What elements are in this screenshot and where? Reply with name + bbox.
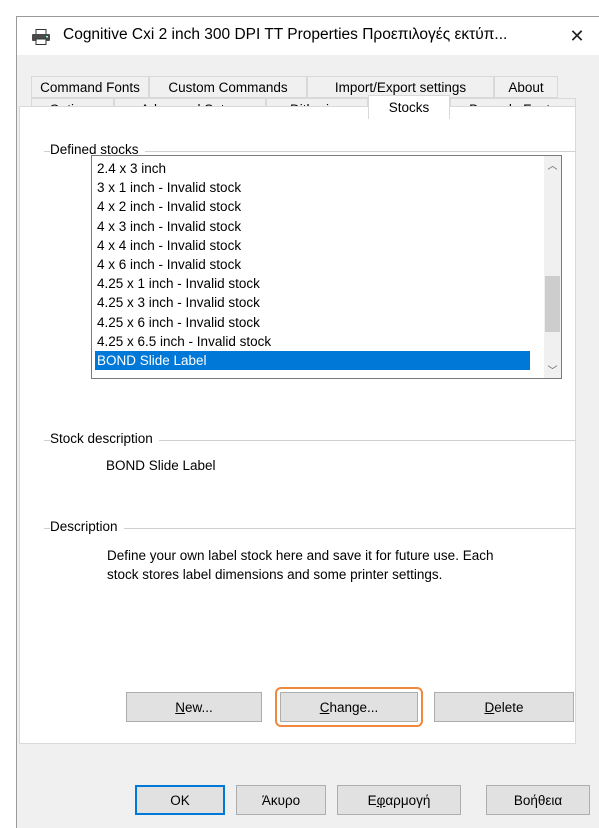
btn-mnemonic: φ [376,792,386,808]
btn-text: hange... [329,699,379,715]
btn-text: Βοήθεια [513,792,563,808]
btn-text: Άκυρο [261,792,301,808]
close-icon[interactable]: ✕ [569,26,584,47]
scroll-down-arrow[interactable]: ﹀ [544,361,561,378]
stock-list-item[interactable]: 4 x 6 inch - Invalid stock [95,255,530,274]
scroll-up-arrow[interactable]: ︿ [544,156,561,173]
printer-icon [32,29,50,45]
ok-button[interactable]: OK [135,785,225,815]
stock-description-label: Stock description [50,431,159,446]
stock-list-item[interactable]: 3 x 1 inch - Invalid stock [95,178,530,197]
btn-text: Ε [367,792,377,808]
tab-label: Import/Export settings [334,79,467,95]
stock-list-item[interactable]: 4.25 x 1 inch - Invalid stock [95,274,530,293]
description-text-line1: Define your own label stock here and sav… [107,548,494,563]
stock-list-item[interactable]: 4.25 x 6 inch - Invalid stock [95,313,530,332]
tab-about[interactable]: About [494,76,558,98]
stock-list-item[interactable]: 4.25 x 6.5 inch - Invalid stock [95,332,530,351]
defined-stocks-listbox[interactable]: 2.4 x 3 inch 3 x 1 inch - Invalid stock 4 … [91,155,562,379]
close-button[interactable]: ✕ [555,21,599,51]
tab-label: About [508,79,544,95]
stock-list-item[interactable]: 4 x 2 inch - Invalid stock [95,197,530,216]
btn-mnemonic: C [319,699,330,715]
new-stock-button[interactable]: New... [126,692,262,722]
title-bar: Cognitive Cxi 2 inch 300 DPI TT Properti… [17,17,599,55]
chevron-down-icon: ﹀ [547,366,558,377]
stock-list-item[interactable]: 4.25 x 3 inch - Invalid stock [95,293,530,312]
tab-stocks[interactable]: Stocks [368,95,450,119]
help-button[interactable]: Βοήθεια [486,785,590,815]
cancel-button[interactable]: Άκυρο [236,785,326,815]
window-title: Cognitive Cxi 2 inch 300 DPI TT Properti… [63,26,508,43]
tab-label: Stocks [388,100,430,115]
apply-button[interactable]: Εφ αρμογή [337,785,461,815]
tab-command-fonts[interactable]: Command Fonts [31,76,149,98]
group-divider [44,528,576,529]
btn-text: OK [170,792,190,808]
stock-list-item[interactable]: 4 x 4 inch - Invalid stock [95,236,530,255]
btn-text: elete [494,699,524,715]
stock-list-item[interactable]: 4 x 3 inch - Invalid stock [95,217,530,236]
stock-description-value: BOND Slide Label [106,458,216,473]
tab-label: Custom Commands [168,79,288,95]
chevron-up-icon: ︿ [547,161,558,172]
scroll-thumb[interactable] [545,276,560,332]
stock-list-item[interactable]: 2.4 x 3 inch [95,159,530,178]
description-label: Description [50,519,124,534]
btn-mnemonic: D [484,699,495,715]
tab-label: Command Fonts [40,79,140,95]
listbox-scrollbar[interactable]: ︿ ﹀ [544,156,561,378]
btn-text: αρμογή [385,792,431,808]
change-stock-button[interactable]: Change... [275,687,423,727]
delete-stock-button[interactable]: Delete [434,692,574,722]
btn-text: ew... [184,699,213,715]
description-text-line2: stock stores label dimensions and some p… [107,567,443,582]
tab-custom-commands[interactable]: Custom Commands [149,76,307,98]
btn-mnemonic: N [175,699,185,715]
stock-list-item[interactable]: BOND Slide Label [95,351,530,370]
